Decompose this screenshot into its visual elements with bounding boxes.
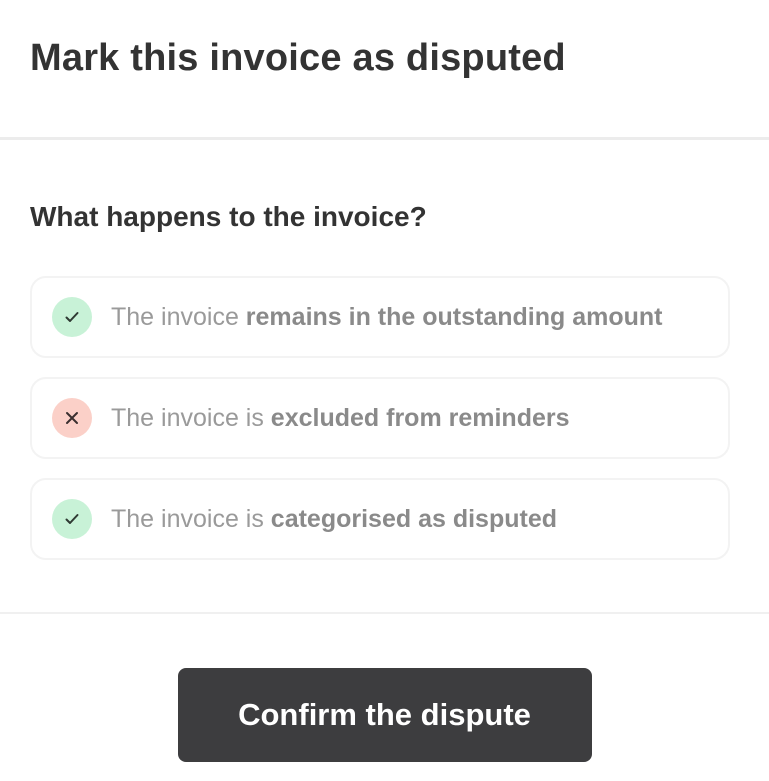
consequence-text-plain: The invoice — [111, 303, 246, 331]
consequence-item-categorised: The invoice is categorised as disputed — [30, 478, 730, 560]
consequence-text: The invoice remains in the outstanding a… — [111, 302, 662, 332]
confirm-dispute-button[interactable]: Confirm the dispute — [177, 668, 592, 762]
section-title: What happens to the invoice? — [30, 201, 427, 232]
dispute-dialog: Mark this invoice as disputed What happe… — [0, 0, 769, 781]
dialog-body: What happens to the invoice? The invoice… — [0, 140, 769, 614]
consequence-text-emphasis: excluded from reminders — [270, 404, 570, 432]
check-icon — [52, 297, 92, 337]
consequence-text-plain: The invoice is — [111, 505, 271, 533]
consequence-text: The invoice is excluded from reminders — [111, 403, 570, 433]
consequence-text-emphasis: remains in the outstanding amount — [245, 303, 663, 331]
check-icon — [52, 499, 92, 539]
close-icon — [52, 398, 92, 438]
consequence-text-emphasis: categorised as disputed — [270, 505, 557, 533]
consequence-text-plain: The invoice is — [111, 404, 271, 432]
dialog-footer: Confirm the dispute — [0, 614, 769, 779]
consequence-item-outstanding: The invoice remains in the outstanding a… — [30, 276, 730, 358]
dialog-title: Mark this invoice as disputed — [30, 37, 566, 79]
dialog-header: Mark this invoice as disputed — [0, 0, 769, 140]
consequence-item-reminders: The invoice is excluded from reminders — [30, 377, 730, 459]
consequence-text: The invoice is categorised as disputed — [111, 504, 557, 534]
